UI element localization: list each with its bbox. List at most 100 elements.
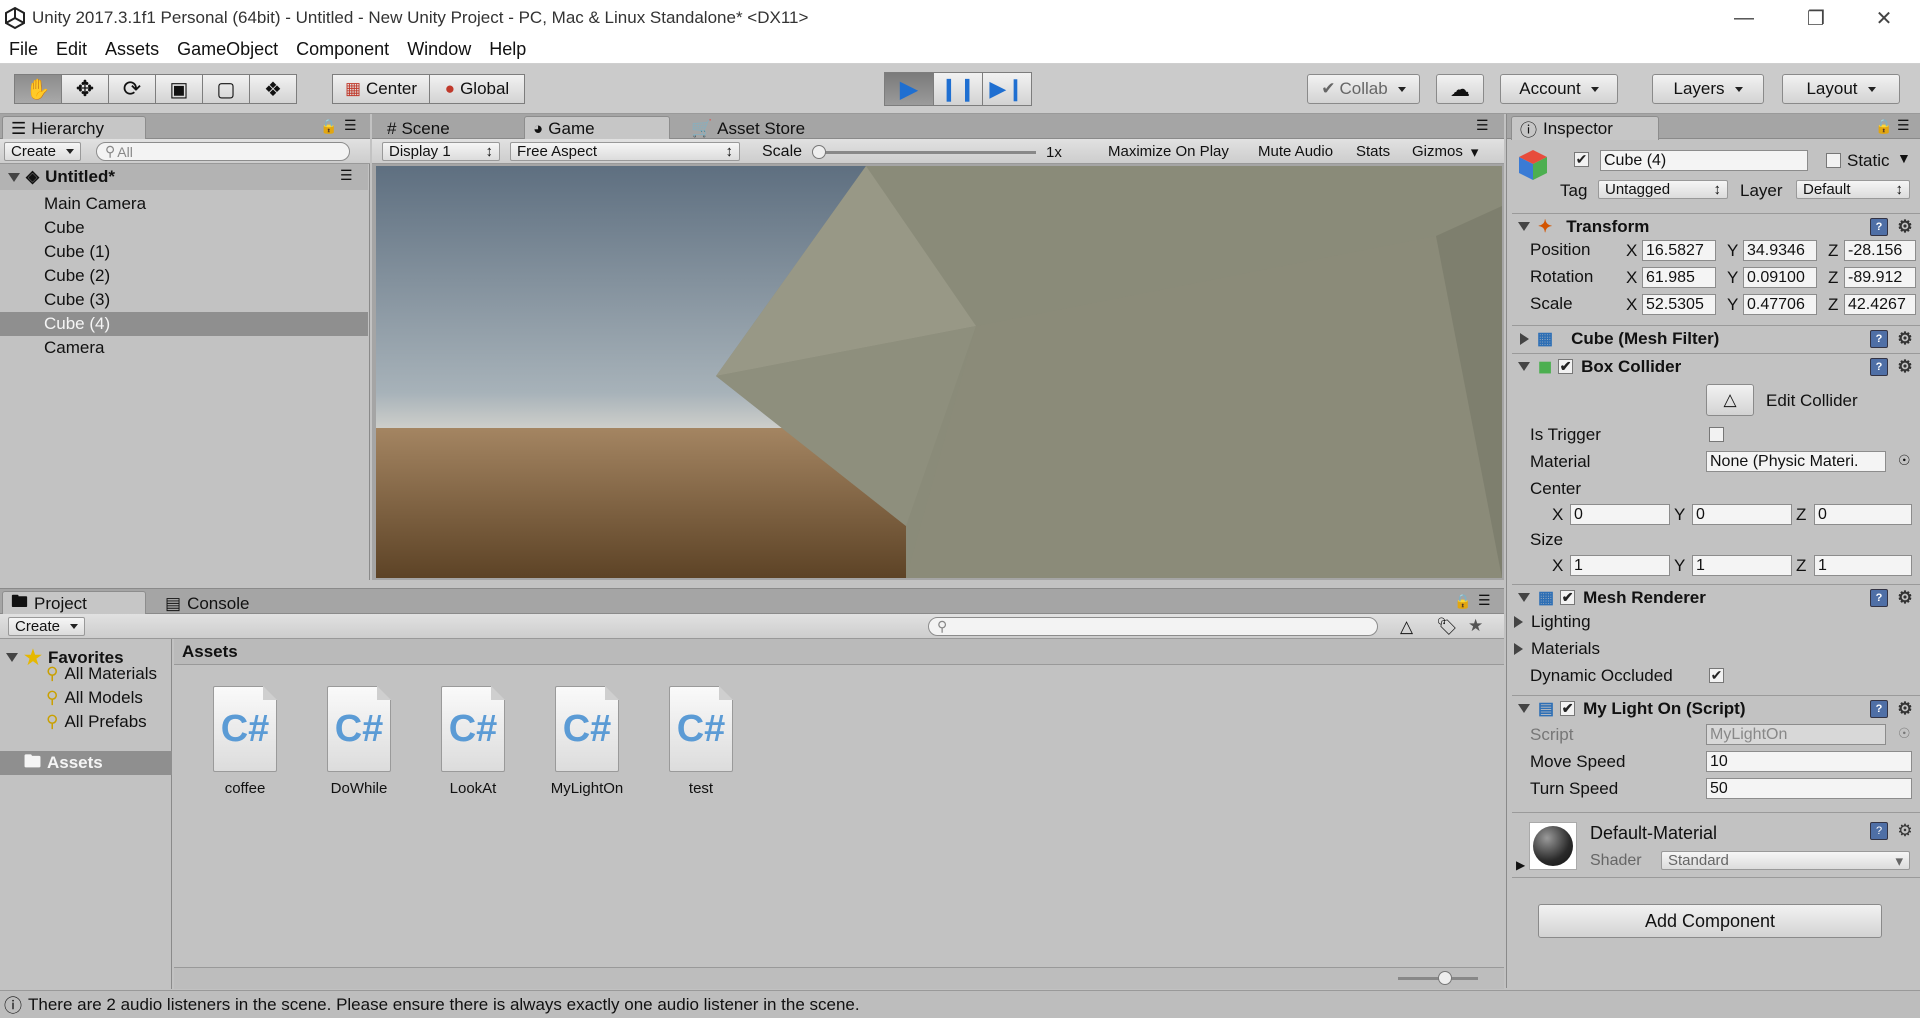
project-menu-icon[interactable]: ☰ [1478, 592, 1491, 609]
collider-size-z-input[interactable]: 1 [1814, 555, 1912, 576]
expand-arrow-icon[interactable] [8, 172, 20, 182]
gear-icon[interactable]: ⚙ [1896, 588, 1914, 607]
favorite-star-icon[interactable]: ★ [1468, 616, 1483, 636]
tab-hierarchy[interactable]: ☰ Hierarchy [2, 116, 146, 140]
tab-inspector[interactable]: ⓘ Inspector [1511, 116, 1659, 140]
help-book-icon[interactable]: ? [1870, 822, 1888, 840]
transform-scale-y-input[interactable]: 0.47706 [1743, 294, 1817, 315]
transform-scale-x-input[interactable]: 52.5305 [1642, 294, 1716, 315]
menu-edit[interactable]: Edit [47, 39, 96, 60]
tab-scene[interactable]: # Scene [378, 116, 488, 140]
scale-tool-button[interactable]: ▣ [155, 74, 203, 104]
menu-window[interactable]: Window [398, 39, 480, 60]
hand-tool-button[interactable]: ✋ [14, 74, 62, 104]
global-toggle[interactable]: ● Global [429, 74, 525, 104]
close-button[interactable]: ✕ [1848, 0, 1920, 36]
maximize-on-play-toggle[interactable]: Maximize On Play [1102, 142, 1235, 161]
script-component-header[interactable]: ▤ ✔ My Light On (Script) ? ⚙ [1512, 695, 1920, 721]
gear-icon[interactable]: ⚙ [1896, 329, 1914, 348]
active-checkbox[interactable]: ✔ [1574, 151, 1589, 167]
collapse-arrow-icon[interactable] [1518, 362, 1530, 371]
hierarchy-item[interactable]: Cube (2) [0, 264, 368, 288]
search-by-label-icon[interactable]: 🏷 [1436, 617, 1458, 637]
inspector-lock-icon[interactable]: 🔒 [1875, 118, 1892, 135]
collider-center-x-input[interactable]: 0 [1570, 504, 1670, 525]
expand-arrow-icon[interactable] [1514, 616, 1523, 628]
collapse-arrow-icon[interactable] [6, 653, 18, 662]
project-create-dropdown[interactable]: Create [8, 617, 86, 636]
transform-scale-z-input[interactable]: 42.4267 [1844, 294, 1916, 315]
gear-icon[interactable]: ⚙ [1896, 821, 1914, 840]
transform-position-y-input[interactable]: 34.9346 [1743, 240, 1817, 261]
display-dropdown[interactable]: Display 1 ↕ [382, 142, 500, 161]
assets-folder-item[interactable]: 🖿 Assets [0, 751, 172, 775]
expand-arrow-icon[interactable] [1514, 643, 1523, 655]
favorite-search-item[interactable]: ⚲ All Materials [46, 664, 157, 684]
stats-toggle[interactable]: Stats [1350, 142, 1396, 161]
rotate-tool-button[interactable]: ⟳ [108, 74, 156, 104]
help-book-icon[interactable]: ? [1870, 330, 1888, 348]
collider-center-z-input[interactable]: 0 [1814, 504, 1912, 525]
collapse-arrow-icon[interactable] [1518, 222, 1530, 231]
search-by-type-icon[interactable]: △ [1400, 617, 1413, 637]
shader-dropdown[interactable]: Standard ▾ [1661, 851, 1910, 870]
favorite-search-item[interactable]: ⚲ All Prefabs [46, 712, 147, 732]
tag-dropdown[interactable]: Untagged ↕ [1598, 180, 1728, 199]
collider-size-y-input[interactable]: 1 [1692, 555, 1792, 576]
script-enabled-checkbox[interactable]: ✔ [1560, 700, 1576, 716]
hierarchy-search-input[interactable]: ⚲ All [96, 142, 350, 161]
hierarchy-item[interactable]: Cube (3) [0, 288, 368, 312]
lock-icon[interactable]: 🔒 [320, 118, 337, 135]
transform-position-x-input[interactable]: 16.5827 [1642, 240, 1716, 261]
transform-rotation-y-input[interactable]: 0.09100 [1743, 267, 1817, 288]
asset-item[interactable]: C# coffee [200, 686, 290, 797]
asset-item[interactable]: C# DoWhile [314, 686, 404, 797]
collab-button[interactable]: ✔ Collab [1307, 74, 1420, 104]
layers-dropdown[interactable]: Layers [1652, 74, 1764, 104]
scale-slider-thumb[interactable] [812, 145, 826, 159]
center-toggle[interactable]: ▦ Center [332, 74, 430, 104]
static-dropdown-icon[interactable]: ▼ [1897, 150, 1911, 166]
menu-gameobject[interactable]: GameObject [168, 39, 287, 60]
gear-icon[interactable]: ⚙ [1896, 357, 1914, 376]
material-expand-arrow-icon[interactable]: ▶ [1516, 858, 1525, 872]
object-picker-icon[interactable]: ☉ [1898, 452, 1911, 469]
gear-icon[interactable]: ⚙ [1896, 217, 1914, 236]
turn-speed-input[interactable]: 50 [1706, 778, 1912, 799]
menu-help[interactable]: Help [480, 39, 535, 60]
transform-tool-button[interactable]: ❖ [249, 74, 297, 104]
box-collider-enabled-checkbox[interactable]: ✔ [1558, 358, 1574, 374]
cloud-button[interactable]: ☁ [1436, 74, 1484, 104]
move-speed-input[interactable]: 10 [1706, 751, 1912, 772]
mesh-renderer-enabled-checkbox[interactable]: ✔ [1560, 589, 1576, 605]
project-search-input[interactable]: ⚲ [928, 617, 1378, 636]
scene-header[interactable]: ◈ Untitled* ☰ [0, 164, 368, 190]
add-component-button[interactable]: Add Component [1538, 904, 1882, 938]
transform-rotation-z-input[interactable]: -89.912 [1844, 267, 1916, 288]
play-button[interactable]: ▶ [884, 72, 934, 106]
layout-dropdown[interactable]: Layout [1782, 74, 1900, 104]
step-button[interactable]: ▶❙ [982, 72, 1032, 106]
hierarchy-item[interactable]: Main Camera [0, 192, 368, 216]
move-tool-button[interactable]: ✥ [61, 74, 109, 104]
tab-console[interactable]: ▤ Console [156, 591, 276, 615]
mute-audio-toggle[interactable]: Mute Audio [1252, 142, 1339, 161]
asset-item[interactable]: C# LookAt [428, 686, 518, 797]
edit-collider-button[interactable]: △ [1706, 384, 1754, 416]
view-menu-icon[interactable]: ☰ [1476, 117, 1489, 134]
rect-tool-button[interactable]: ▢ [202, 74, 250, 104]
tab-asset-store[interactable]: 🛒 Asset Store [682, 116, 832, 140]
dynamic-occluded-checkbox[interactable]: ✔ [1709, 667, 1724, 683]
collapse-arrow-icon[interactable] [1518, 704, 1530, 713]
physic-material-field[interactable]: None (Physic Materi. [1706, 451, 1886, 472]
help-book-icon[interactable]: ? [1870, 700, 1888, 718]
menu-assets[interactable]: Assets [96, 39, 168, 60]
asset-item[interactable]: C# MyLightOn [542, 686, 632, 797]
status-bar[interactable]: ⓘ There are 2 audio listeners in the sce… [0, 990, 1920, 1018]
transform-rotation-x-input[interactable]: 61.985 [1642, 267, 1716, 288]
inspector-menu-icon[interactable]: ☰ [1897, 117, 1910, 134]
is-trigger-checkbox[interactable] [1709, 427, 1724, 442]
object-name-input[interactable]: Cube (4) [1600, 150, 1808, 171]
box-collider-component-header[interactable]: ◼ ✔ Box Collider ? ⚙ [1512, 353, 1920, 379]
hierarchy-item[interactable]: Camera [0, 336, 368, 360]
